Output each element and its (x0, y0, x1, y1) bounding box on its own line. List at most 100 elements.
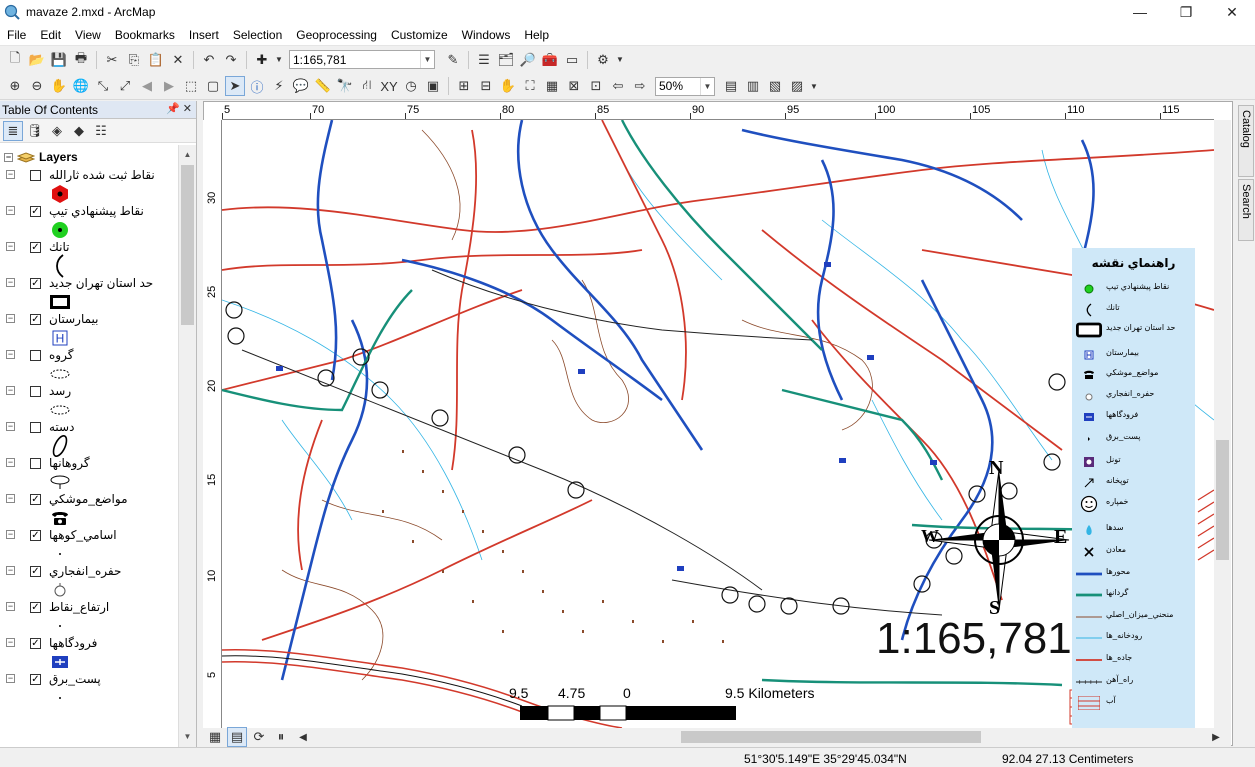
layer-name[interactable]: فرودگاهها (49, 636, 97, 650)
collapse-icon[interactable]: − (6, 638, 15, 647)
layer-name[interactable]: دسته (49, 420, 74, 434)
toc-layer-row[interactable]: − ✓ ارتفاع_نقاط (6, 599, 109, 615)
collapse-icon[interactable]: − (6, 422, 15, 431)
chevron-down-icon[interactable]: ▼ (700, 77, 714, 95)
close-button[interactable]: ✕ (1209, 0, 1255, 24)
minimize-button[interactable]: — (1117, 0, 1163, 24)
menu-edit[interactable]: Edit (33, 24, 68, 46)
identify-icon[interactable]: ⓘ (247, 76, 267, 96)
search-tab[interactable]: Search (1238, 179, 1254, 241)
collapse-icon[interactable]: − (6, 350, 15, 359)
toc-layer-row[interactable]: − نقاط ثبت شده ثارالله (6, 167, 155, 183)
add-data-dropdown-icon[interactable]: ▼ (274, 50, 284, 70)
search-window-icon[interactable]: 🔎 (518, 50, 538, 70)
map-vertical-scrollbar[interactable] (1214, 120, 1231, 728)
collapse-icon[interactable]: − (6, 494, 15, 503)
redo-icon[interactable]: ↷ (221, 50, 241, 70)
collapse-icon[interactable]: − (6, 242, 15, 251)
paste-icon[interactable]: 📋 (146, 50, 166, 70)
go-to-xy-icon[interactable]: XY (379, 76, 399, 96)
full-extent-icon[interactable]: 🌐 (71, 76, 91, 96)
layer-name[interactable]: نقاط ثبت شده ثارالله (49, 168, 155, 182)
copy-icon[interactable]: ⎘ (124, 50, 144, 70)
layer-name[interactable]: اسامي_كوهها (49, 528, 117, 542)
menu-insert[interactable]: Insert (182, 24, 226, 46)
layout-zoom-out-icon[interactable]: ⊟ (476, 76, 496, 96)
layer-name[interactable]: گروه (49, 348, 73, 362)
toc-layer-row[interactable]: − ✓ اسامي_كوهها (6, 527, 117, 543)
fixed-zoom-in-icon[interactable]: ⤡ (93, 76, 113, 96)
next-extent-layout-icon[interactable]: ⇨ (630, 76, 650, 96)
collapse-icon[interactable]: − (6, 314, 15, 323)
fixed-zoom-out-icon[interactable]: ⤢ (115, 76, 135, 96)
layer-name[interactable]: گروهانها (49, 456, 90, 470)
catalog-icon[interactable]: 🗂 (496, 50, 516, 70)
create-viewer-icon[interactable]: ▣ (423, 76, 443, 96)
layer-visibility-checkbox[interactable] (30, 169, 41, 181)
toc-layer-row[interactable]: − ✓ پست_برق (6, 671, 101, 687)
clear-selection-icon[interactable]: ▢ (203, 76, 223, 96)
collapse-icon[interactable]: − (6, 530, 15, 539)
back-extent-icon[interactable]: ◀ (137, 76, 157, 96)
save-icon[interactable]: 💾 (49, 50, 69, 70)
find-route-icon[interactable]: ⛙ (357, 76, 377, 96)
toc-layer-row[interactable]: − رسد (6, 383, 71, 399)
scroll-left-icon[interactable]: ◀ (293, 727, 313, 747)
forward-extent-icon[interactable]: ▶ (159, 76, 179, 96)
toc-layer-row[interactable]: − ✓ فرودگاهها (6, 635, 97, 651)
layer-name[interactable]: حد استان تهران جديد (49, 276, 153, 290)
toggle-draft-mode-icon[interactable]: ▤ (721, 76, 741, 96)
scroll-down-icon[interactable]: ▼ (179, 729, 196, 745)
map-canvas[interactable]: N S E W 1:165,781 9.5 4.75 0 9.5 Kilomet… (222, 120, 1214, 728)
toolbar-options-icon[interactable]: ▼ (615, 50, 625, 70)
hyperlink-icon[interactable]: ⚡ (269, 76, 289, 96)
layer-visibility-checkbox[interactable]: ✓ (30, 565, 41, 577)
chevron-down-icon[interactable]: ▼ (420, 51, 434, 68)
layer-visibility-checkbox[interactable]: ✓ (30, 313, 41, 325)
layout-zoom-in-icon[interactable]: ⊞ (454, 76, 474, 96)
layer-visibility-checkbox[interactable]: ✓ (30, 205, 41, 217)
layer-name[interactable]: نقاط پيشنهادي تيپ (49, 204, 144, 218)
zoom-out-icon[interactable]: ⊖ (27, 76, 47, 96)
measure-icon[interactable]: 📏 (313, 76, 333, 96)
layer-name[interactable]: مواضع_موشكي (49, 492, 128, 506)
fixed-zoom-out-layout-icon[interactable]: ⊡ (586, 76, 606, 96)
layer-visibility-checkbox[interactable] (30, 385, 41, 397)
toolbar-options-icon[interactable]: ▼ (809, 76, 819, 96)
layer-visibility-checkbox[interactable] (30, 349, 41, 361)
new-document-icon[interactable]: 🗋 (5, 50, 25, 70)
map-hscroll-thumb[interactable] (681, 731, 981, 743)
layer-visibility-checkbox[interactable]: ✓ (30, 529, 41, 541)
pause-drawing-icon[interactable]: ⏸ (271, 727, 291, 747)
layout-zoom-combo[interactable]: 50% ▼ (655, 76, 715, 96)
open-icon[interactable]: 📂 (27, 50, 47, 70)
layer-visibility-checkbox[interactable]: ✓ (30, 277, 41, 289)
collapse-icon[interactable]: − (6, 206, 15, 215)
add-data-icon[interactable]: ✚ (252, 50, 272, 70)
toc-layer-row[interactable]: − ✓ مواضع_موشكي (6, 491, 128, 507)
pan-icon[interactable]: ✋ (49, 76, 69, 96)
table-of-contents-icon[interactable]: ☰ (474, 50, 494, 70)
layer-visibility-checkbox[interactable]: ✓ (30, 241, 41, 253)
layer-visibility-checkbox[interactable] (30, 457, 41, 469)
data-driven-pages-icon[interactable]: ▨ (787, 76, 807, 96)
zoom-whole-page-icon[interactable]: ⛶ (520, 76, 540, 96)
select-features-icon[interactable]: ⬚ (181, 76, 201, 96)
list-by-visibility-icon[interactable]: ◈ (47, 121, 67, 141)
refresh-icon[interactable]: ⟳ (249, 727, 269, 747)
layer-visibility-checkbox[interactable] (30, 421, 41, 433)
layer-name[interactable]: پست_برق (49, 672, 101, 686)
collapse-icon[interactable]: − (6, 278, 15, 287)
menu-geoprocessing[interactable]: Geoprocessing (289, 24, 384, 46)
change-layout-icon[interactable]: ▧ (765, 76, 785, 96)
list-by-source-icon[interactable]: 🛢 (25, 121, 45, 141)
toc-layer-row[interactable]: − گروهانها (6, 455, 90, 471)
layer-name[interactable]: تانك (49, 240, 69, 254)
menu-selection[interactable]: Selection (226, 24, 289, 46)
layer-name[interactable]: حفره_انفجاري (49, 564, 121, 578)
collapse-icon[interactable]: − (6, 386, 15, 395)
scroll-right-icon[interactable]: ▶ (1206, 727, 1226, 747)
print-icon[interactable]: 🖶 (71, 50, 91, 70)
collapse-icon[interactable]: − (6, 602, 15, 611)
collapse-icon[interactable]: − (6, 170, 15, 179)
